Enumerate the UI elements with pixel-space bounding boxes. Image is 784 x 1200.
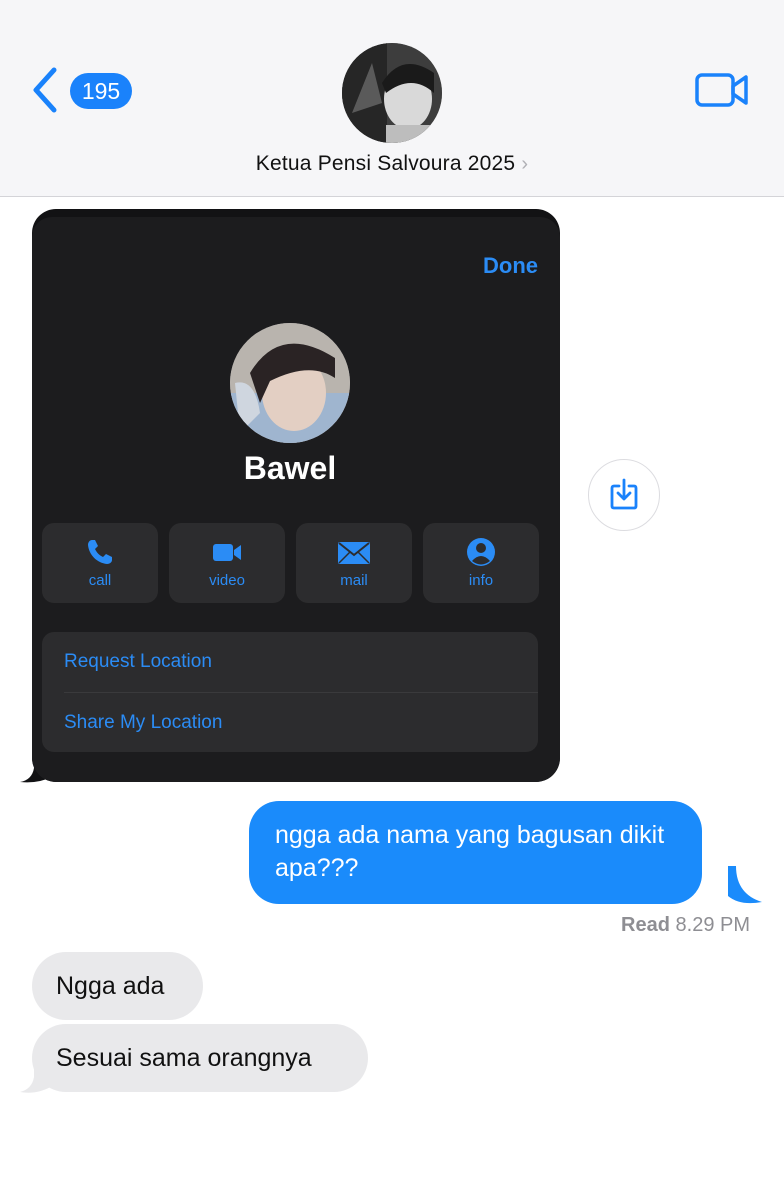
download-icon (610, 478, 638, 510)
contact-display-name: Bawel (243, 450, 337, 486)
card-avatar (230, 323, 350, 443)
call-button[interactable]: call (42, 523, 158, 603)
video-button[interactable]: video (169, 523, 285, 603)
conversation-header: 195 Ketua Pensi Salvoura 2025 › (0, 0, 784, 197)
done-button[interactable]: Done (483, 253, 538, 279)
location-options: Request Location Share My Location (42, 632, 538, 752)
chevron-right-icon: › (521, 153, 529, 175)
contact-card: Done Bawel call video mail info Request … (32, 217, 560, 782)
info-button[interactable]: info (423, 523, 539, 603)
info-label: info (468, 572, 494, 589)
video-label: video (209, 572, 245, 589)
contact-name: Ketua Pensi Salvoura 2025 (255, 152, 516, 175)
save-attachment-button[interactable] (588, 459, 660, 531)
contact-card-bubble[interactable]: Done Bawel call video mail info Request … (32, 209, 560, 782)
mail-icon (338, 542, 370, 564)
call-label: call (88, 572, 112, 589)
avatar-photo (230, 323, 350, 443)
read-receipt: Read 8.29 PM (621, 914, 750, 937)
video-icon (213, 544, 241, 561)
read-time: 8.29 PM (675, 914, 750, 936)
request-location-button[interactable]: Request Location (64, 632, 534, 692)
outgoing-message[interactable]: ngga ada nama yang bagusan dikit apa??? (249, 801, 702, 904)
read-status: Read (621, 914, 670, 936)
bubble-tail (728, 866, 762, 904)
contact-avatar[interactable] (342, 43, 442, 143)
avatar-photo (342, 43, 442, 143)
mail-label: mail (340, 572, 368, 589)
person-icon (467, 538, 495, 566)
video-call-icon[interactable] (694, 70, 750, 110)
contact-name-row[interactable]: Ketua Pensi Salvoura 2025 › (0, 152, 784, 176)
share-my-location-button[interactable]: Share My Location (64, 693, 534, 752)
back-chevron-icon[interactable] (30, 66, 60, 114)
mail-button[interactable]: mail (296, 523, 412, 603)
unread-count-badge[interactable]: 195 (70, 73, 132, 109)
incoming-message[interactable]: Sesuai sama orangnya (32, 1024, 368, 1092)
phone-icon (88, 540, 112, 564)
incoming-message[interactable]: Ngga ada (32, 952, 203, 1020)
